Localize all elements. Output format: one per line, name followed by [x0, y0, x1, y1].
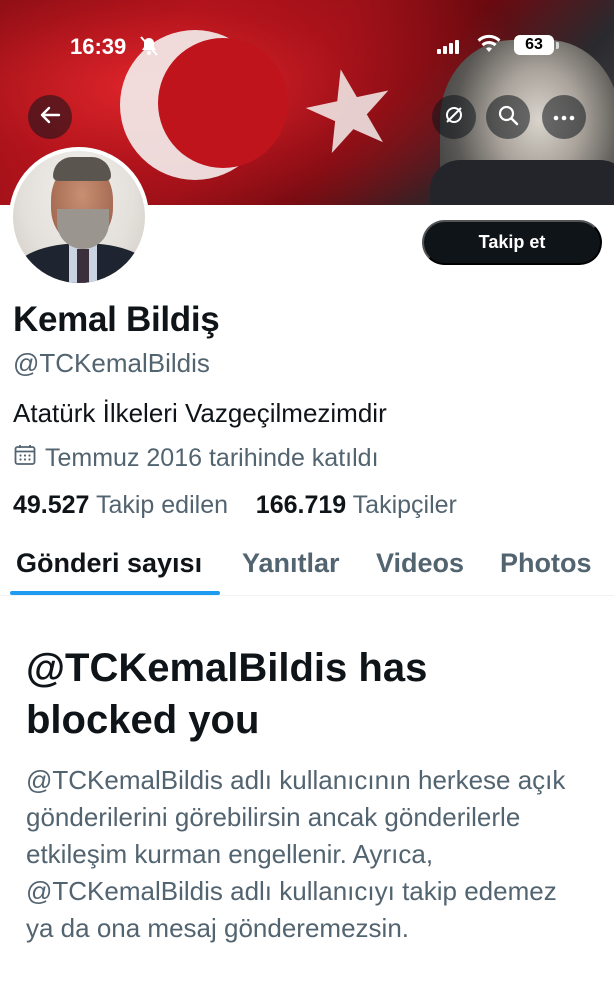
battery-tip — [556, 42, 559, 49]
followers-count: 166.719 — [255, 491, 347, 519]
profile-handle: @TCKemalBildis — [13, 348, 210, 378]
tab-posts[interactable]: Gönderi sayısı — [16, 548, 202, 579]
joined-date-text: Temmuz 2016 tarihinde katıldı — [45, 444, 379, 472]
tab-photos[interactable]: Photos — [500, 548, 592, 579]
avatar-hair — [53, 157, 111, 181]
blocked-title: @TCKemalBildis has blocked you — [26, 646, 428, 742]
bell-muted-icon — [140, 36, 158, 61]
avatar[interactable] — [9, 147, 149, 287]
followers-label: Takipçiler — [352, 491, 457, 519]
tab-videos[interactable]: Videos — [376, 548, 464, 579]
profile-tabs: Gönderi sayısı Yanıtlar Videos Photos — [0, 540, 614, 596]
battery-indicator: 63 — [514, 35, 554, 55]
wifi-icon — [477, 34, 501, 60]
following-count: 49.527 — [13, 491, 90, 519]
tab-replies[interactable]: Yanıtlar — [242, 548, 340, 579]
sync-off-icon — [443, 104, 465, 131]
more-horizontal-icon — [553, 108, 575, 126]
calendar-icon — [13, 443, 37, 474]
follow-button[interactable]: Takip et — [422, 220, 602, 265]
banner-portrait-suit — [430, 160, 614, 205]
active-tab-indicator — [10, 591, 220, 595]
search-button[interactable] — [486, 95, 530, 139]
profile-bio: Atatürk İlkeleri Vazgeçilmezimdir — [13, 398, 387, 428]
following-label: Takip edilen — [95, 491, 228, 519]
back-button[interactable] — [28, 95, 72, 139]
profile-name: Kemal Bildiş — [13, 300, 220, 339]
cellular-signal-icon — [437, 38, 459, 54]
search-icon — [497, 104, 519, 131]
sync-off-button[interactable] — [432, 95, 476, 139]
more-options-button[interactable] — [542, 95, 586, 139]
following-link[interactable]: 49.527 Takip edilen — [13, 491, 228, 519]
arrow-left-icon — [39, 105, 61, 130]
avatar-tie — [77, 249, 89, 283]
status-bar: 16:39 63 — [0, 34, 614, 61]
status-time: 16:39 — [70, 34, 127, 59]
followers-link[interactable]: 166.719 Takipçiler — [256, 491, 457, 519]
blocked-description: @TCKemalBildis adlı kullanıcının herkese… — [26, 765, 566, 943]
profile-joined: Temmuz 2016 tarihinde katıldı — [13, 443, 379, 474]
profile-stats: 49.527 Takip edilen 166.719 Takipçiler — [13, 491, 457, 520]
